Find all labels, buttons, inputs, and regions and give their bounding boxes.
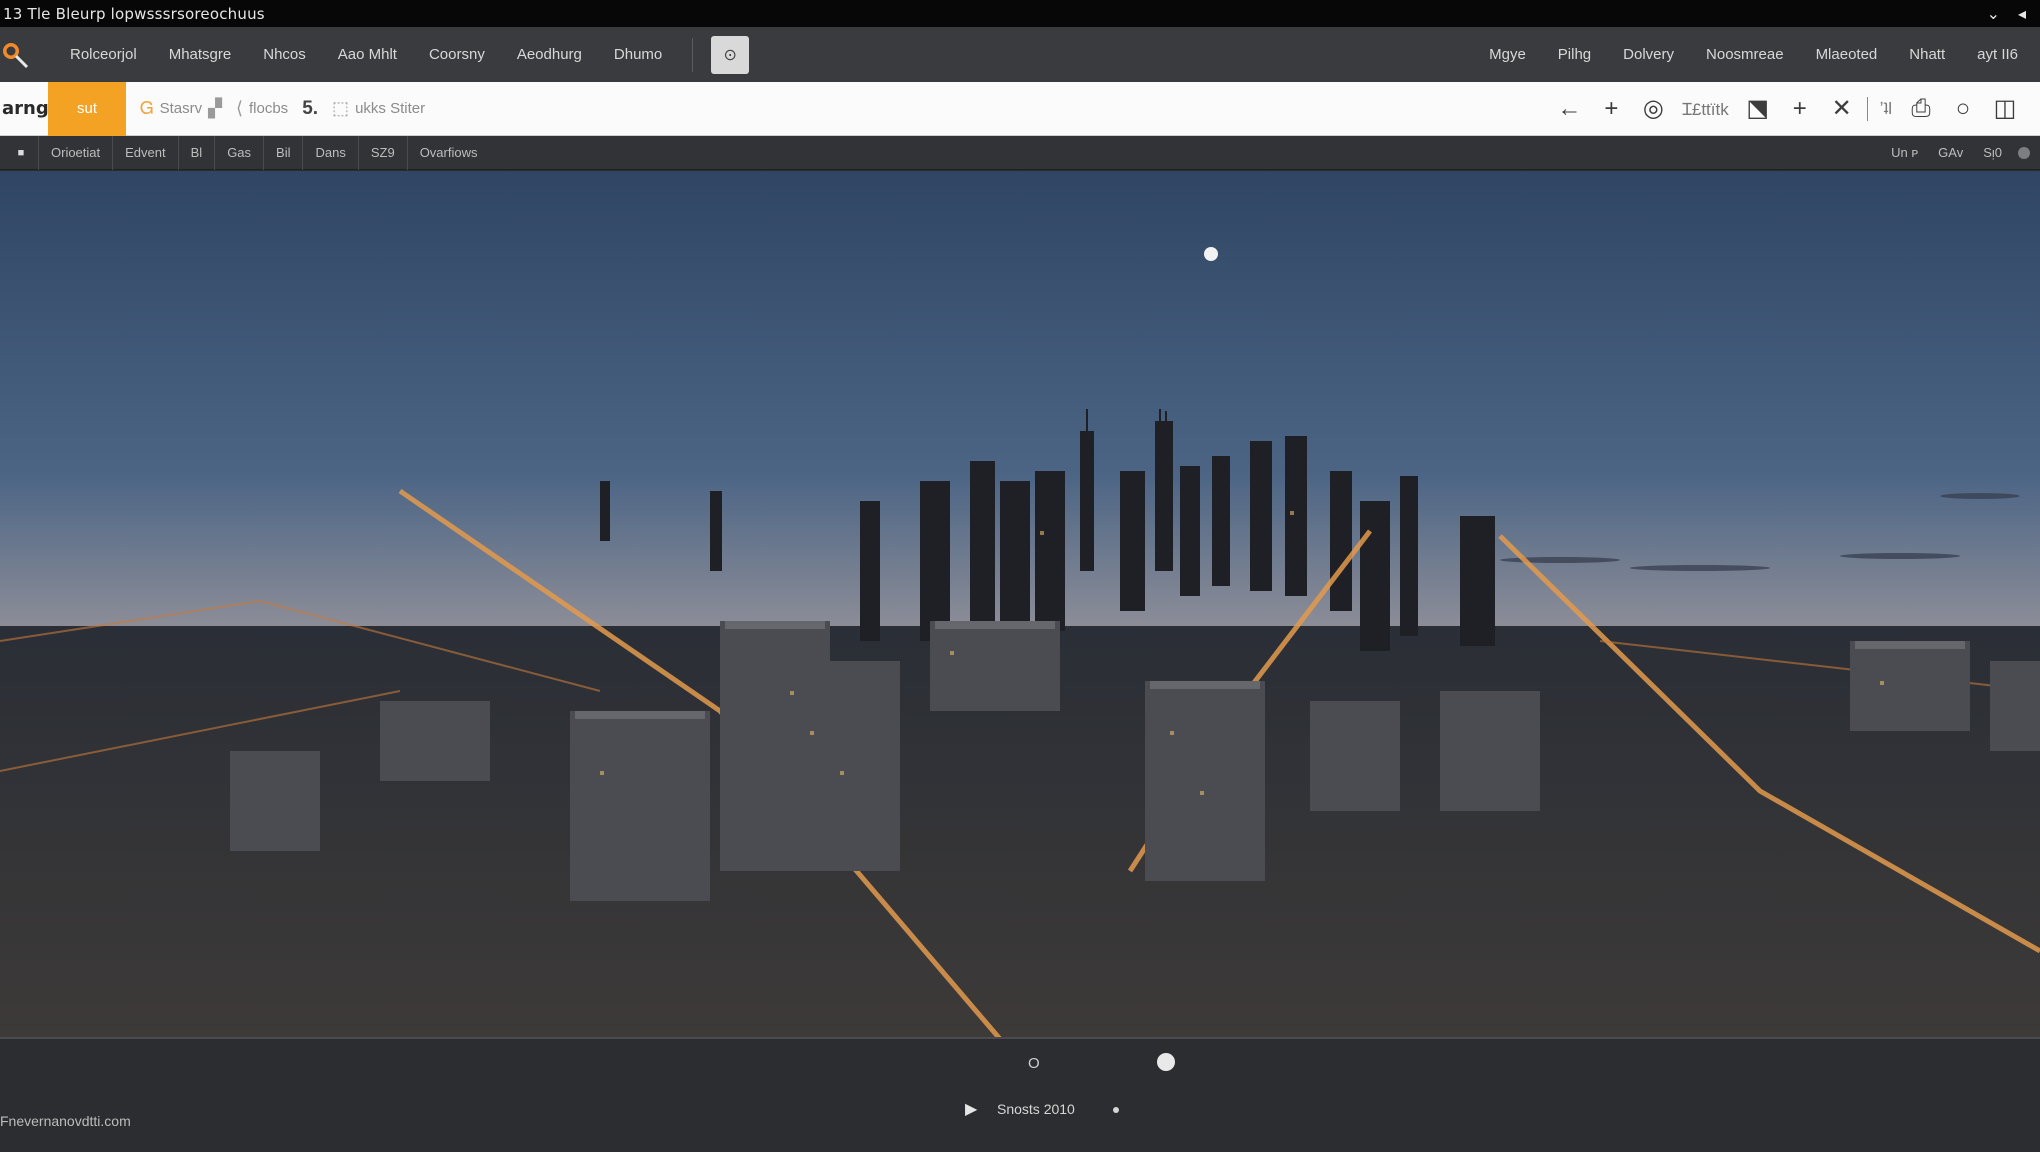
plus-icon: + bbox=[1792, 94, 1807, 122]
menu-divider bbox=[692, 37, 694, 72]
window-title: 13 Tle Bleurp lopwsssrsoreochuus bbox=[3, 4, 265, 23]
sub-item-4[interactable]: Gas bbox=[214, 135, 263, 170]
menu-right-item-7[interactable]: ayt ІІ6 bbox=[1961, 46, 2034, 63]
tool-number[interactable]: 5. bbox=[302, 98, 318, 120]
sub-right-item-3[interactable]: Sᴉ0 bbox=[1973, 136, 2012, 170]
play-icon[interactable]: ▶ bbox=[965, 1099, 977, 1119]
back-arrow-button[interactable]: ← bbox=[1548, 89, 1590, 129]
lens-button[interactable]: ◎ bbox=[1632, 89, 1674, 129]
sub-item-8[interactable]: Ovarfiows bbox=[406, 135, 490, 170]
menu-item-2[interactable]: Mhatsgre bbox=[153, 46, 248, 63]
sub-item-6[interactable]: Dans bbox=[302, 135, 357, 170]
sub-item-3[interactable]: Bl bbox=[177, 135, 215, 170]
circle-button[interactable]: ○ bbox=[1942, 89, 1984, 129]
tool-stiter[interactable]: ⬚ ukks Stiter bbox=[332, 98, 425, 119]
city-skyline-image bbox=[0, 171, 2040, 1037]
panel-icon: ◫ bbox=[1993, 95, 2017, 122]
bracket-icon: ⟨ bbox=[235, 98, 243, 118]
tool-flocbs[interactable]: ⟨ flocbs bbox=[236, 98, 288, 119]
window-controls: ⌄ ◂ bbox=[1987, 4, 2040, 24]
footer-url[interactable]: Fnevernanovdtti.com bbox=[0, 1113, 131, 1129]
tool-number-label: 5. bbox=[302, 97, 319, 119]
menu-item-5[interactable]: Coorsny bbox=[413, 46, 501, 63]
sub-right-item-2[interactable]: GAv bbox=[1928, 136, 1973, 170]
selection-icon: Ꮐ bbox=[140, 98, 154, 118]
image-viewport[interactable] bbox=[0, 171, 2040, 1039]
title-bar: 13 Tle Bleurp lopwsssrsoreochuus ⌄ ◂ bbox=[0, 0, 2040, 27]
brand-label: arng bbox=[2, 98, 49, 119]
add-button[interactable]: + bbox=[1590, 89, 1632, 129]
panel-button[interactable]: ◫ bbox=[1984, 89, 2026, 129]
menu-item-7[interactable]: Dhumo bbox=[598, 46, 678, 63]
ruler-button[interactable]: Ɪ£ttїtk bbox=[1674, 89, 1736, 129]
menu-right-item-1[interactable]: Mgye bbox=[1473, 46, 1542, 63]
add-button-2[interactable]: + bbox=[1779, 89, 1821, 129]
arrow-left-icon: ← bbox=[1557, 94, 1582, 122]
moon bbox=[1204, 247, 1218, 261]
menu-right-item-3[interactable]: Dolvery bbox=[1607, 46, 1690, 63]
app-logo-icon[interactable] bbox=[0, 38, 34, 72]
printer-icon: ⎙ bbox=[1911, 94, 1931, 122]
menu-bar: Rolceorjol Mhatsgre Nhcos Aao Mhlt Coors… bbox=[0, 27, 2040, 82]
back-icon[interactable]: ◂ bbox=[2018, 4, 2026, 24]
menu-right-item-6[interactable]: Nhatt bbox=[1893, 46, 1961, 63]
tool-stasrv[interactable]: Ꮐ Stasrv ▞ bbox=[140, 98, 222, 119]
status-bar: O ▶ Snosts 2010 Fnevernanovdtti.com bbox=[0, 1041, 2040, 1152]
capture-button[interactable]: ⊙ bbox=[711, 35, 750, 74]
active-tab[interactable]: sut bbox=[48, 81, 126, 136]
timeline-scrubber-handle[interactable] bbox=[1157, 1053, 1175, 1071]
menu-right-item-4[interactable]: Noosmreae bbox=[1690, 46, 1800, 63]
menu-item-4[interactable]: Aao Mhlt bbox=[322, 46, 413, 63]
tool-label: ukks Stiter bbox=[355, 100, 426, 117]
toolbar-divider bbox=[1866, 96, 1868, 121]
print-button[interactable]: ⎙ bbox=[1900, 89, 1942, 129]
timeline-marker-label: O bbox=[1028, 1055, 1040, 1072]
frame-icon: ⬚ bbox=[332, 98, 350, 118]
status-text: Snosts 2010 bbox=[997, 1101, 1075, 1117]
active-tab-label: sut bbox=[76, 100, 97, 117]
status-dot-icon bbox=[2018, 146, 2030, 159]
levels-button[interactable]: ʼʇl bbox=[1872, 89, 1900, 129]
menu-item-6[interactable]: Aeodhurg bbox=[501, 46, 598, 63]
sub-item-5[interactable]: Bil bbox=[263, 135, 302, 170]
tool-label: Stasrv bbox=[159, 100, 203, 117]
status-indicator-dot bbox=[1113, 1107, 1119, 1113]
close-icon: ✕ bbox=[1831, 95, 1852, 122]
menu-item-1[interactable]: Rolceorjol bbox=[54, 46, 153, 63]
menu-item-3[interactable]: Nhcos bbox=[247, 46, 322, 63]
tool-label: flocbs bbox=[249, 100, 289, 117]
lens-icon: ◎ bbox=[1642, 95, 1664, 122]
circle-icon: ○ bbox=[1955, 94, 1971, 122]
plus-icon: + bbox=[1604, 94, 1619, 122]
sub-item-7[interactable]: SZ9 bbox=[357, 135, 407, 170]
panel-toggle-icon[interactable]: ■ bbox=[12, 136, 30, 170]
crop-icon: ⬔ bbox=[1746, 95, 1770, 122]
close-tool-button[interactable]: ✕ bbox=[1821, 89, 1863, 129]
toolbar: arng sut Ꮐ Stasrv ▞ ⟨ flocbs 5. ⬚ ukks S… bbox=[0, 81, 2040, 136]
sub-right-item-1[interactable]: Un ᴘ bbox=[1881, 136, 1928, 170]
crop-button[interactable]: ⬔ bbox=[1737, 89, 1779, 129]
sub-item-2[interactable]: Edvent bbox=[112, 135, 177, 170]
sub-item-1[interactable]: Orioetiat bbox=[38, 135, 112, 170]
grid-icon: ▞ bbox=[208, 98, 222, 118]
sub-toolbar: ■ Orioetiat Edvent Bl Gas Bil Dans SZ9 O… bbox=[0, 135, 2040, 170]
collapse-icon[interactable]: ⌄ bbox=[1987, 4, 2000, 24]
capture-icon: ⊙ bbox=[723, 46, 737, 64]
menu-right-item-5[interactable]: Mlaeoted bbox=[1800, 46, 1894, 63]
menu-right-item-2[interactable]: Pilhg bbox=[1542, 46, 1607, 63]
